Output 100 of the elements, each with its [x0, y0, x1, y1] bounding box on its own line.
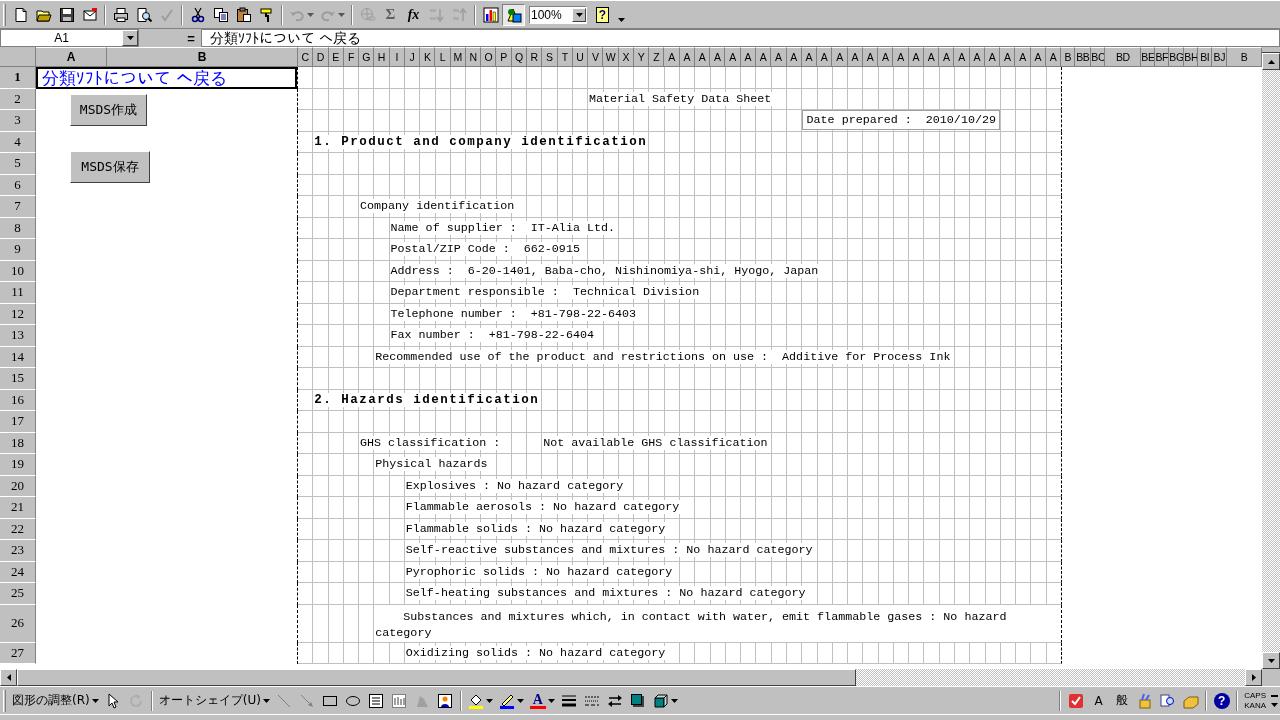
column-header[interactable]: A: [984, 47, 1001, 67]
column-header[interactable]: A: [801, 47, 818, 67]
scrollbar-thumb[interactable]: [17, 669, 856, 686]
scroll-left-button[interactable]: [0, 669, 17, 686]
column-header[interactable]: L: [435, 47, 451, 67]
column-header[interactable]: A: [771, 47, 787, 67]
column-header[interactable]: A: [755, 47, 772, 67]
column-header[interactable]: BE: [1141, 47, 1156, 67]
zoom-field[interactable]: 100%: [529, 5, 587, 24]
column-header[interactable]: BD: [1105, 47, 1142, 67]
column-header[interactable]: P: [496, 47, 512, 67]
help-button[interactable]: ?: [591, 3, 614, 26]
column-header[interactable]: X: [618, 47, 634, 67]
input-mode-button[interactable]: A: [1087, 689, 1111, 712]
row-header[interactable]: 11: [0, 282, 36, 304]
row-header[interactable]: 25: [0, 583, 36, 605]
scroll-right-button[interactable]: [1245, 669, 1262, 686]
column-header[interactable]: A: [786, 47, 802, 67]
column-header[interactable]: U: [572, 47, 589, 67]
column-header[interactable]: BJ: [1212, 47, 1228, 67]
hyperlink-cell[interactable]: 分類ｿﾌﾄについて へ戻る: [36, 67, 297, 89]
column-header[interactable]: Y: [633, 47, 650, 67]
row-header[interactable]: 4: [0, 131, 36, 153]
column-header[interactable]: C: [298, 47, 314, 67]
row-header[interactable]: 7: [0, 196, 36, 218]
row-header[interactable]: 16: [0, 389, 36, 411]
column-header[interactable]: A: [878, 47, 894, 67]
macro-button[interactable]: MSDS作成: [70, 94, 147, 126]
row-header[interactable]: 13: [0, 325, 36, 347]
column-header[interactable]: BH: [1184, 47, 1199, 67]
column-header[interactable]: BC: [1091, 47, 1106, 67]
column-header[interactable]: A: [710, 47, 726, 67]
row-header[interactable]: 23: [0, 540, 36, 562]
scroll-up-button[interactable]: [1262, 53, 1280, 70]
row-header[interactable]: 3: [0, 110, 36, 132]
column-header[interactable]: F: [343, 47, 360, 67]
column-header[interactable]: O: [481, 47, 497, 67]
column-header[interactable]: A: [725, 47, 741, 67]
menu-button[interactable]: オートシェイプ(U): [155, 689, 273, 712]
column-header[interactable]: H: [374, 47, 390, 67]
column-header[interactable]: A: [908, 47, 924, 67]
row-header[interactable]: 1: [0, 67, 36, 89]
dropdown-button[interactable]: [572, 7, 586, 22]
macro-button[interactable]: MSDS保存: [70, 151, 150, 183]
column-header[interactable]: A: [36, 47, 107, 67]
column-header[interactable]: T: [557, 47, 573, 67]
row-header[interactable]: 6: [0, 174, 36, 196]
row-header[interactable]: 9: [0, 239, 36, 261]
row-header[interactable]: 12: [0, 303, 36, 325]
column-header[interactable]: V: [588, 47, 604, 67]
menu-button[interactable]: 図形の調整(R): [9, 689, 102, 712]
column-header[interactable]: N: [465, 47, 482, 67]
row-header[interactable]: 24: [0, 561, 36, 583]
column-header[interactable]: A: [740, 47, 756, 67]
column-header[interactable]: A: [694, 47, 711, 67]
row-header[interactable]: 21: [0, 497, 36, 519]
column-header[interactable]: A: [954, 47, 970, 67]
row-header[interactable]: 17: [0, 411, 36, 433]
column-header[interactable]: A: [1015, 47, 1031, 67]
row-header[interactable]: 19: [0, 454, 36, 476]
row-header[interactable]: 27: [0, 642, 36, 664]
column-header[interactable]: K: [420, 47, 436, 67]
column-header[interactable]: M: [450, 47, 466, 67]
column-header[interactable]: Z: [649, 47, 665, 67]
formula-field[interactable]: 分類ｿﾌﾄについて へ戻る: [201, 29, 1280, 47]
column-header[interactable]: A: [923, 47, 940, 67]
column-header[interactable]: A: [939, 47, 955, 67]
column-header[interactable]: R: [527, 47, 543, 67]
row-header[interactable]: 15: [0, 368, 36, 390]
toolbar-button[interactable]: [502, 3, 525, 26]
column-header[interactable]: B: [1061, 47, 1076, 67]
column-header[interactable]: BI: [1198, 47, 1213, 67]
row-header[interactable]: 26: [0, 604, 36, 643]
column-header[interactable]: B: [107, 47, 298, 67]
column-header[interactable]: A: [862, 47, 879, 67]
column-header[interactable]: A: [832, 47, 848, 67]
row-header[interactable]: 20: [0, 475, 36, 497]
column-header[interactable]: A: [664, 47, 680, 67]
column-header[interactable]: W: [603, 47, 619, 67]
row-header[interactable]: 10: [0, 260, 36, 282]
column-header[interactable]: A: [1000, 47, 1016, 67]
column-header[interactable]: A: [817, 47, 833, 67]
column-header[interactable]: D: [313, 47, 329, 67]
column-header[interactable]: A: [893, 47, 909, 67]
input-mode-button[interactable]: 般: [1110, 689, 1134, 712]
edit-formula-button[interactable]: =: [183, 29, 199, 47]
column-header[interactable]: A: [1030, 47, 1046, 67]
column-header[interactable]: E: [328, 47, 344, 67]
column-header[interactable]: J: [404, 47, 421, 67]
dropdown-button[interactable]: [122, 30, 138, 46]
row-header[interactable]: 5: [0, 153, 36, 175]
font-color-button[interactable]: A: [526, 689, 558, 712]
row-header[interactable]: 18: [0, 432, 36, 454]
column-header[interactable]: BF: [1155, 47, 1170, 67]
row-header[interactable]: 14: [0, 346, 36, 368]
name-box[interactable]: A1: [0, 29, 139, 47]
column-header[interactable]: S: [542, 47, 558, 67]
function-button[interactable]: fx: [402, 3, 425, 26]
column-header[interactable]: BB: [1075, 47, 1092, 67]
scroll-down-button[interactable]: [1262, 652, 1280, 669]
